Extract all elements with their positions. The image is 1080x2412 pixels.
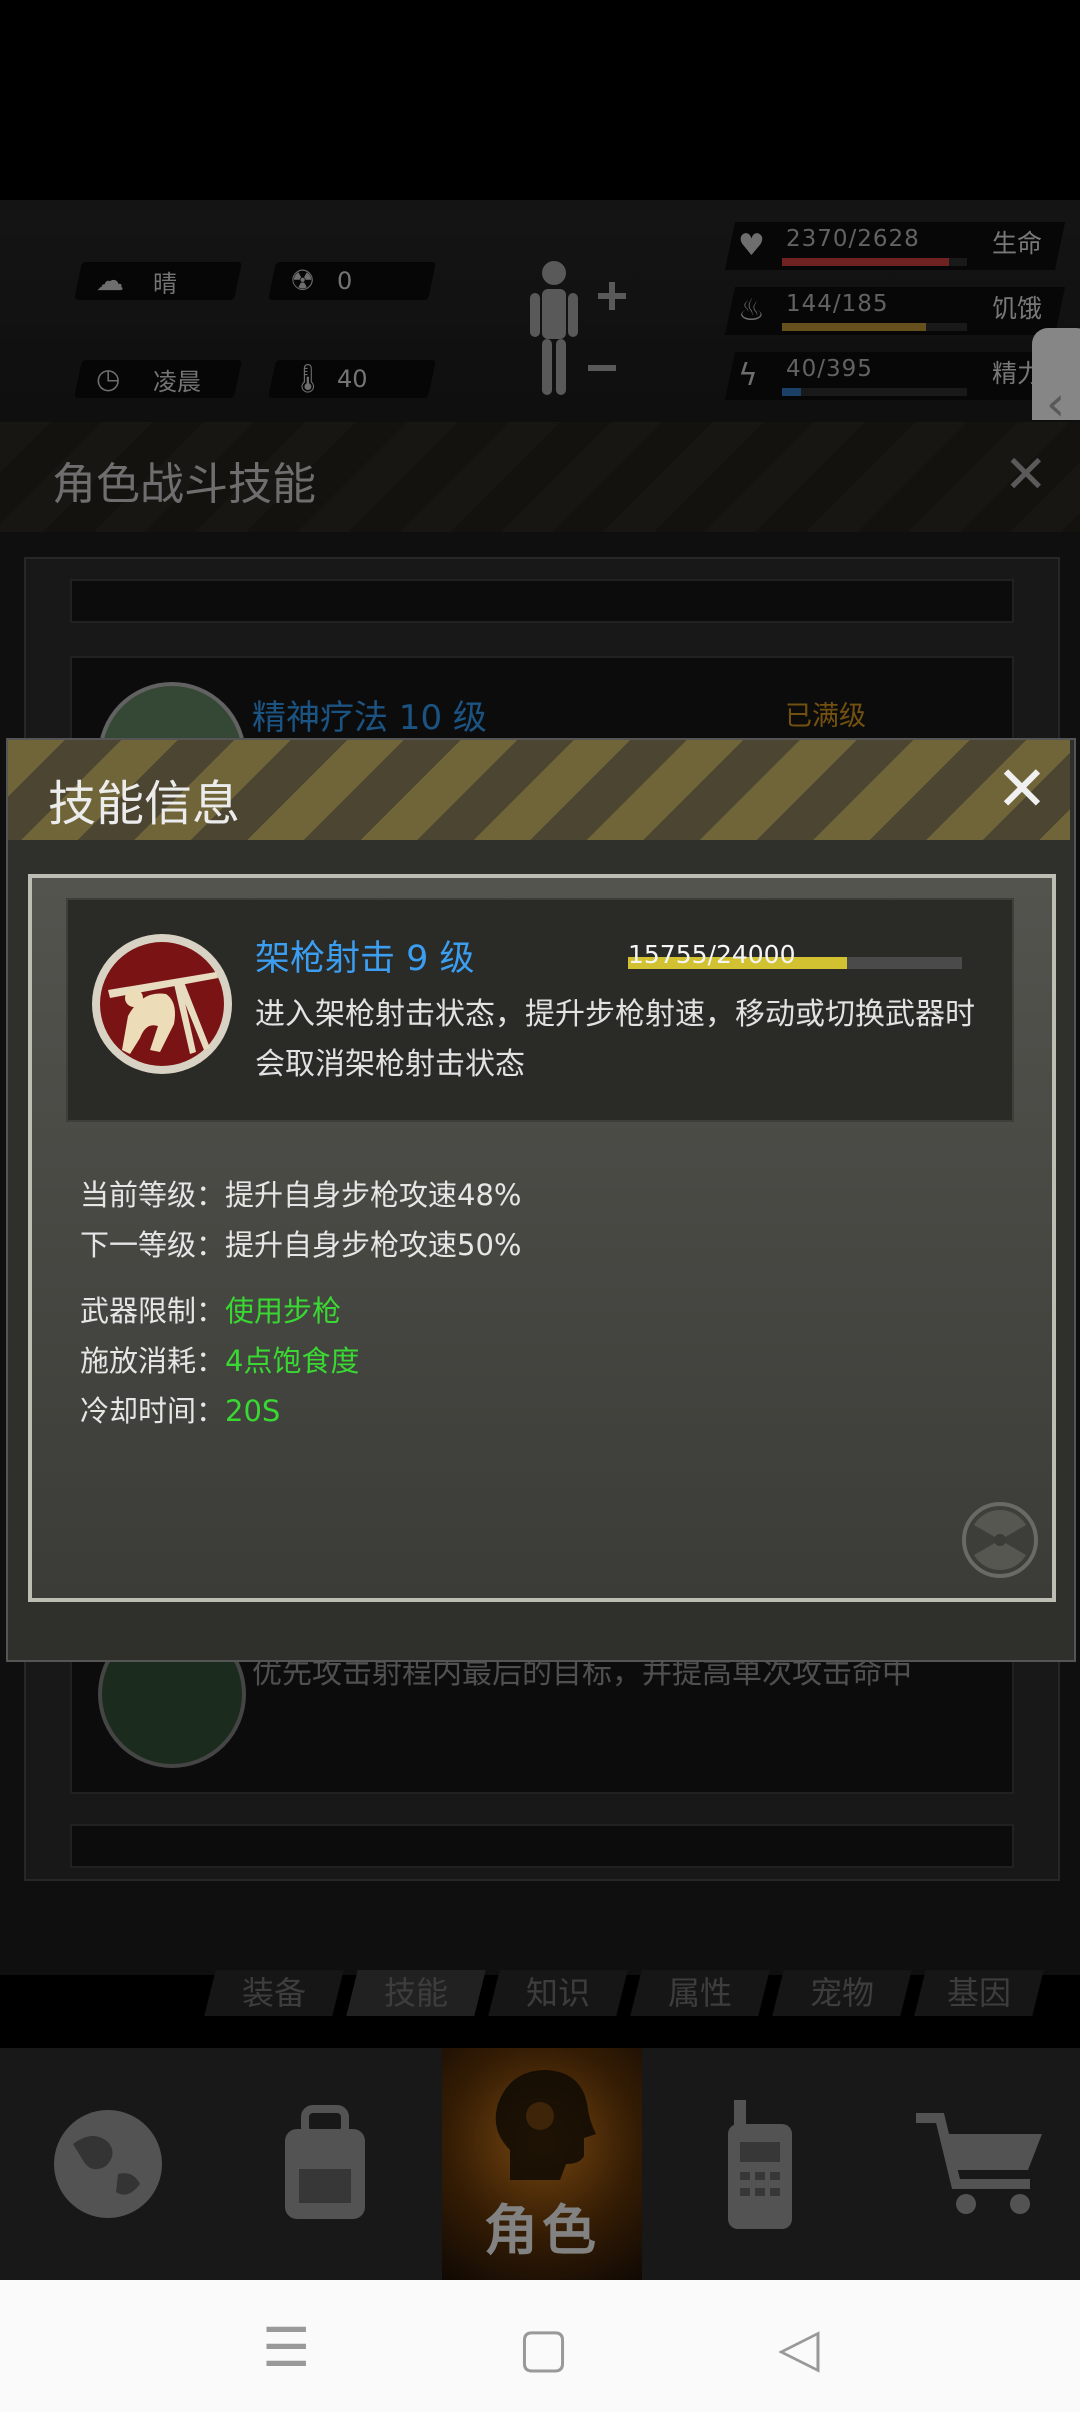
skill-info-title: 技能信息 xyxy=(48,776,241,832)
cast-cost-row: 施放消耗：4点饱食度 xyxy=(80,1338,359,1380)
back-icon[interactable]: ◁ xyxy=(778,2316,820,2379)
home-icon[interactable]: ▢ xyxy=(518,2316,569,2379)
xp-progress-text: 15755/24000 xyxy=(628,940,796,969)
skill-description: 进入架枪射击状态，提升步枪射速，移动或切换武器时会取消架枪射击状态 xyxy=(255,997,975,1082)
radiation-watermark-icon xyxy=(962,1502,1038,1578)
cast-cost-label: 施放消耗： xyxy=(80,1344,226,1378)
current-level-label: 当前等级： xyxy=(80,1178,226,1212)
current-level-value: 提升自身步枪攻速48% xyxy=(225,1178,522,1212)
sniper-rifle-icon xyxy=(92,934,232,1074)
cooldown-label: 冷却时间： xyxy=(80,1394,226,1428)
weapon-limit-value: 使用步枪 xyxy=(225,1294,342,1328)
next-level-row: 下一等级：提升自身步枪攻速50% xyxy=(80,1222,521,1264)
close-icon[interactable]: ✕ xyxy=(996,752,1048,825)
weapon-limit-label: 武器限制： xyxy=(80,1294,226,1328)
weapon-limit-row: 武器限制：使用步枪 xyxy=(80,1288,341,1330)
cooldown-row: 冷却时间：20S xyxy=(80,1388,280,1430)
next-level-value: 提升自身步枪攻速50% xyxy=(225,1228,522,1262)
next-level-label: 下一等级： xyxy=(80,1228,226,1262)
cast-cost-value: 4点饱食度 xyxy=(225,1344,360,1378)
current-level-row: 当前等级：提升自身步枪攻速48% xyxy=(80,1172,521,1214)
skill-name: 架枪射击 9 级 xyxy=(255,939,475,979)
cooldown-value: 20S xyxy=(225,1394,281,1428)
menu-icon[interactable]: ☰ xyxy=(262,2316,310,2379)
